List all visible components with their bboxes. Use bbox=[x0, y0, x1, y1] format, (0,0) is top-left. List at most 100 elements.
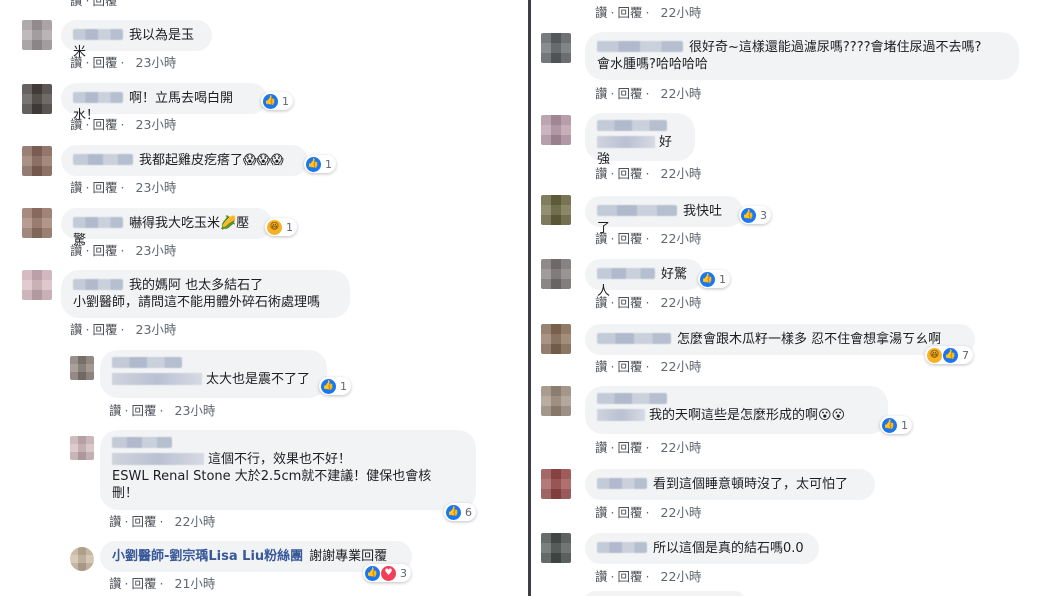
reply-link[interactable]: 回覆 bbox=[618, 5, 643, 20]
like-link[interactable]: 讚 bbox=[595, 166, 608, 181]
reply-link[interactable]: 回覆 bbox=[618, 569, 643, 584]
like-link[interactable]: 讚 bbox=[70, 322, 83, 337]
like-link[interactable]: 讚 bbox=[595, 359, 608, 374]
reply-link[interactable]: 回覆 bbox=[132, 514, 157, 529]
timestamp[interactable]: 22小時 bbox=[661, 440, 702, 455]
reaction-summary[interactable]: 👍 ♥ 3 bbox=[363, 564, 411, 582]
reply-link[interactable]: 回覆 bbox=[618, 86, 643, 101]
timestamp[interactable]: 22小時 bbox=[661, 295, 702, 310]
author-name-blurred[interactable] bbox=[112, 357, 182, 368]
reply-bubble: 這個不行，效果也不好！ ESWL Renal Stone 大於2.5cm就不建議… bbox=[100, 430, 476, 510]
reaction-summary[interactable]: 👍 1 bbox=[698, 270, 730, 288]
author-name-blurred[interactable] bbox=[73, 92, 123, 103]
author-name-blurred[interactable] bbox=[73, 217, 123, 228]
reaction-summary[interactable]: 👍 1 bbox=[319, 377, 351, 395]
like-link[interactable]: 讚 bbox=[595, 569, 608, 584]
timestamp[interactable]: 22小時 bbox=[661, 86, 702, 101]
author-name-blurred[interactable] bbox=[597, 478, 647, 489]
author-name-blurred[interactable] bbox=[597, 333, 671, 344]
avatar[interactable] bbox=[541, 259, 571, 289]
timestamp[interactable]: 23小時 bbox=[136, 55, 177, 70]
avatar[interactable] bbox=[541, 386, 571, 416]
reply-link[interactable]: 回覆 bbox=[93, 55, 118, 70]
like-link[interactable]: 讚 bbox=[595, 295, 608, 310]
avatar[interactable] bbox=[541, 533, 571, 563]
separator: · bbox=[159, 514, 164, 529]
separator: · bbox=[120, 322, 125, 337]
timestamp[interactable]: 23小時 bbox=[175, 403, 216, 418]
timestamp[interactable]: 22小時 bbox=[661, 359, 702, 374]
reply-link[interactable]: 回覆 bbox=[618, 359, 643, 374]
reply-link[interactable]: 回覆 bbox=[93, 180, 118, 195]
timestamp[interactable]: 23小時 bbox=[136, 117, 177, 132]
avatar[interactable] bbox=[22, 84, 52, 114]
reaction-summary[interactable]: 😆 1 bbox=[265, 218, 297, 236]
timestamp[interactable]: 21小時 bbox=[175, 576, 216, 591]
like-link[interactable]: 讚 bbox=[595, 86, 608, 101]
like-link[interactable]: 讚 bbox=[70, 117, 83, 132]
avatar[interactable] bbox=[70, 436, 94, 460]
reply-link[interactable]: 回覆 bbox=[93, 117, 118, 132]
like-link[interactable]: 讚 bbox=[595, 231, 608, 246]
reply-link[interactable]: 回覆 bbox=[93, 243, 118, 258]
avatar[interactable] bbox=[541, 115, 571, 145]
like-link[interactable]: 讚 bbox=[109, 403, 122, 418]
author-name-blurred[interactable] bbox=[73, 29, 123, 40]
timestamp[interactable]: 23小時 bbox=[136, 180, 177, 195]
author-name-blurred[interactable] bbox=[597, 41, 683, 52]
timestamp[interactable]: 23小時 bbox=[136, 322, 177, 337]
reaction-summary[interactable]: 👍 1 bbox=[880, 416, 912, 434]
reply-link[interactable]: 回覆 bbox=[618, 440, 643, 455]
author-name-blurred[interactable] bbox=[597, 120, 667, 131]
avatar[interactable] bbox=[70, 356, 94, 380]
reply-link[interactable]: 回覆 bbox=[618, 231, 643, 246]
like-link[interactable]: 讚 bbox=[595, 505, 608, 520]
author-name[interactable]: 小劉醫師-劉宗瑀Lisa Liu粉絲團 bbox=[112, 549, 303, 564]
timestamp[interactable]: 22小時 bbox=[661, 166, 702, 181]
reply-link[interactable]: 回覆 bbox=[93, 322, 118, 337]
like-link[interactable]: 讚 bbox=[70, 55, 83, 70]
author-name-blurred[interactable] bbox=[597, 268, 655, 279]
avatar[interactable] bbox=[22, 208, 52, 238]
author-name-blurred[interactable] bbox=[73, 154, 133, 165]
avatar[interactable] bbox=[541, 469, 571, 499]
comment-bubble-partial bbox=[585, 591, 745, 596]
author-name-blurred[interactable] bbox=[597, 393, 667, 404]
like-link[interactable]: 讚 bbox=[595, 5, 608, 20]
reply-link[interactable]: 回覆 bbox=[93, 0, 118, 8]
like-link[interactable]: 讚 bbox=[109, 576, 122, 591]
like-link[interactable]: 讚 bbox=[595, 440, 608, 455]
timestamp[interactable]: 23小時 bbox=[136, 243, 177, 258]
reaction-summary[interactable]: 😆 👍 7 bbox=[925, 346, 973, 364]
like-link[interactable]: 讚 bbox=[70, 180, 83, 195]
reply-link[interactable]: 回覆 bbox=[618, 166, 643, 181]
avatar[interactable] bbox=[541, 33, 571, 63]
reaction-summary[interactable]: 👍 6 bbox=[444, 503, 476, 521]
reaction-summary[interactable]: 👍 1 bbox=[261, 92, 293, 110]
reply-text-line1: 這個不行，效果也不好！ bbox=[208, 452, 352, 467]
author-name-blurred[interactable] bbox=[73, 279, 123, 290]
avatar[interactable] bbox=[541, 324, 571, 354]
like-link[interactable]: 讚 bbox=[109, 514, 122, 529]
avatar[interactable] bbox=[22, 20, 52, 50]
avatar[interactable] bbox=[22, 146, 52, 176]
like-link[interactable]: 讚 bbox=[70, 243, 83, 258]
timestamp[interactable]: 22小時 bbox=[175, 514, 216, 529]
author-name-blurred[interactable] bbox=[112, 437, 172, 448]
timestamp[interactable]: 22小時 bbox=[661, 505, 702, 520]
author-name-blurred[interactable] bbox=[597, 542, 647, 553]
page-avatar[interactable] bbox=[70, 547, 94, 571]
reaction-summary[interactable]: 👍 3 bbox=[739, 206, 771, 224]
avatar[interactable] bbox=[541, 195, 571, 225]
timestamp[interactable]: 22小時 bbox=[661, 5, 702, 20]
reply-link[interactable]: 回覆 bbox=[132, 403, 157, 418]
reaction-summary[interactable]: 👍 1 bbox=[304, 155, 336, 173]
author-name-blurred[interactable] bbox=[597, 205, 677, 216]
reply-link[interactable]: 回覆 bbox=[618, 505, 643, 520]
timestamp[interactable]: 22小時 bbox=[661, 569, 702, 584]
timestamp[interactable]: 22小時 bbox=[661, 231, 702, 246]
avatar[interactable] bbox=[22, 270, 52, 300]
reply-link[interactable]: 回覆 bbox=[618, 295, 643, 310]
reply-link[interactable]: 回覆 bbox=[132, 576, 157, 591]
like-link[interactable]: 讚 bbox=[70, 0, 83, 8]
